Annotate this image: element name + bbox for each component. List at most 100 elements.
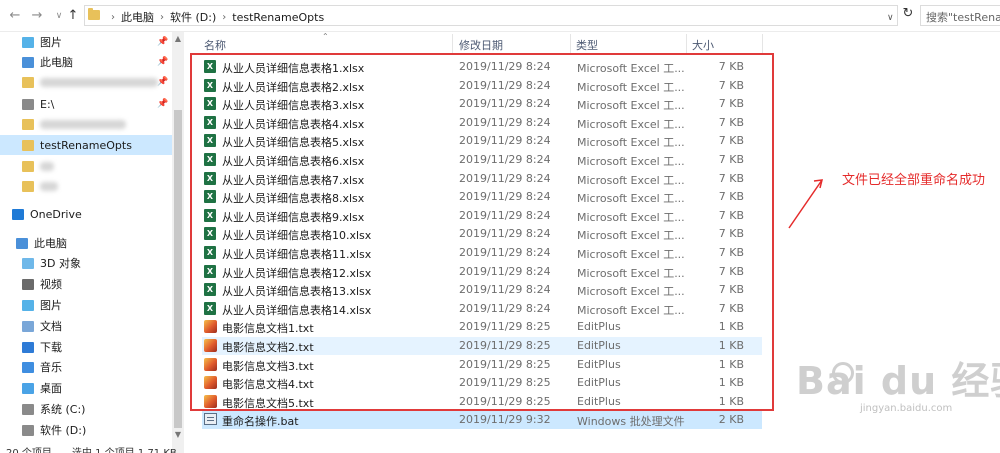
sidebar-item-desktop[interactable]: 桌面 bbox=[22, 378, 172, 398]
sidebar-item-onedrive[interactable]: OneDrive bbox=[12, 204, 172, 224]
file-modified-date: 2019/11/29 8:24 bbox=[459, 190, 551, 204]
file-name: 从业人员详细信息表格14.xlsx bbox=[222, 303, 372, 317]
sidebar-item-drive-e[interactable]: E:\ 📌 bbox=[22, 94, 172, 114]
file-modified-date: 2019/11/29 8:24 bbox=[459, 60, 551, 73]
chevron-down-icon[interactable]: ∨ bbox=[887, 13, 894, 23]
file-type: Microsoft Excel 工... bbox=[577, 155, 685, 168]
file-row[interactable]: 电影信息文档1.txt 2019/11/29 8:25 EditPlus 1 KB bbox=[202, 318, 762, 336]
file-modified-date: 2019/11/29 8:24 bbox=[459, 246, 551, 259]
file-name: 从业人员详细信息表格9.xlsx bbox=[222, 210, 365, 224]
chevron-down-icon[interactable]: ∨ bbox=[52, 8, 66, 24]
sidebar-item-label: 文档 bbox=[40, 320, 62, 333]
file-row[interactable]: X 从业人员详细信息表格6.xlsx 2019/11/29 8:24 Microsof… bbox=[202, 151, 762, 169]
blurred-label bbox=[40, 161, 54, 171]
sidebar-item-this-pc[interactable]: 此电脑 bbox=[16, 233, 172, 253]
scroll-up-icon[interactable]: ▲ bbox=[173, 34, 183, 43]
sidebar-item-blurred[interactable]: 📌 bbox=[22, 72, 172, 92]
file-type: Microsoft Excel 工... bbox=[577, 210, 685, 224]
column-header-date[interactable]: 修改日期 bbox=[459, 37, 503, 53]
sidebar-item-pictures[interactable]: 图片 bbox=[22, 295, 172, 315]
sidebar-item-label: E:\ bbox=[40, 97, 55, 111]
file-row[interactable]: 电影信息文档2.txt 2019/11/29 8:25 EditPlus 1 KB bbox=[202, 337, 762, 355]
sidebar-item-blurred[interactable] bbox=[22, 156, 172, 176]
file-size: 7 KB bbox=[718, 78, 744, 92]
column-divider[interactable] bbox=[452, 34, 453, 54]
file-type: EditPlus bbox=[577, 320, 621, 334]
scrollbar-thumb[interactable] bbox=[174, 110, 182, 428]
arrow-right-icon[interactable]: → bbox=[30, 8, 44, 24]
sidebar-item-label: 图片 bbox=[40, 299, 62, 312]
file-row[interactable]: X 从业人员详细信息表格13.xlsx 2019/11/29 8:24 Microso… bbox=[202, 281, 762, 299]
arrow-up-icon[interactable]: ↑ bbox=[66, 8, 80, 24]
refresh-icon[interactable]: ↻ bbox=[900, 6, 916, 24]
sidebar-item-downloads[interactable]: 下载 bbox=[22, 337, 172, 357]
blurred-label bbox=[40, 181, 58, 191]
chevron-right-icon[interactable]: › bbox=[111, 12, 115, 23]
sidebar-item-music[interactable]: 音乐 bbox=[22, 357, 172, 377]
crumb-current-folder[interactable]: testRenameOpts bbox=[232, 11, 324, 24]
file-row[interactable]: X 从业人员详细信息表格3.xlsx 2019/11/29 8:24 Microsof… bbox=[202, 95, 762, 113]
sidebar-item-documents[interactable]: 文档 bbox=[22, 316, 172, 336]
address-box[interactable]: › 此电脑 › 软件 (D:) › testRenameOpts ∨ bbox=[84, 5, 898, 26]
sidebar-item-drive-d[interactable]: 软件 (D:) bbox=[22, 420, 172, 440]
file-row[interactable]: 电影信息文档4.txt 2019/11/29 8:25 EditPlus 1 KB bbox=[202, 374, 762, 392]
column-divider[interactable] bbox=[686, 34, 687, 54]
sidebar-item-drive-c[interactable]: 系统 (C:) bbox=[22, 399, 172, 419]
file-modified-date: 2019/11/29 9:32 bbox=[459, 413, 551, 427]
sidebar-item-this-pc-quick[interactable]: 此电脑 📌 bbox=[22, 52, 172, 72]
crumb-drive-d[interactable]: 软件 (D:) bbox=[170, 9, 216, 25]
file-modified-date: 2019/11/29 8:24 bbox=[459, 134, 551, 148]
sidebar-item-label: 视频 bbox=[40, 278, 62, 291]
arrow-left-icon[interactable]: ← bbox=[8, 8, 22, 24]
file-size: 7 KB bbox=[718, 246, 744, 259]
sidebar-item-testrenameopts[interactable]: testRenameOpts bbox=[0, 135, 172, 155]
crumb-this-pc[interactable]: 此电脑 bbox=[121, 9, 154, 25]
file-row[interactable]: X 从业人员详细信息表格8.xlsx 2019/11/29 8:24 Microsof… bbox=[202, 188, 762, 206]
file-size: 1 KB bbox=[718, 376, 744, 390]
file-row[interactable]: 重命名操作.bat 2019/11/29 9:32 Windows 批处理文件 2 K… bbox=[202, 411, 762, 430]
sidebar-item-pictures-quick[interactable]: 图片 📌 bbox=[22, 32, 172, 52]
excel-file-icon: X bbox=[204, 78, 216, 92]
file-name: 从业人员详细信息表格10.xlsx bbox=[222, 229, 372, 243]
file-row[interactable]: X 从业人员详细信息表格2.xlsx 2019/11/29 8:24 Microsof… bbox=[202, 77, 762, 95]
file-row[interactable]: X 从业人员详细信息表格10.xlsx 2019/11/29 8:24 Microso… bbox=[202, 225, 762, 243]
sidebar-item-label: 桌面 bbox=[40, 382, 62, 395]
column-header-size[interactable]: 大小 bbox=[692, 37, 714, 53]
column-header-name[interactable]: 名称 bbox=[204, 37, 226, 53]
sidebar-scrollbar[interactable]: ▲ ▼ bbox=[172, 32, 184, 453]
file-row[interactable]: X 从业人员详细信息表格4.xlsx 2019/11/29 8:24 Microsof… bbox=[202, 114, 762, 132]
file-row[interactable]: X 从业人员详细信息表格5.xlsx 2019/11/29 8:24 Microsof… bbox=[202, 132, 762, 150]
file-row[interactable]: X 从业人员详细信息表格14.xlsx 2019/11/29 8:24 Microso… bbox=[202, 300, 762, 318]
sidebar-item-blurred[interactable] bbox=[22, 114, 172, 134]
chevron-right-icon[interactable]: › bbox=[160, 12, 164, 23]
file-row[interactable]: X 从业人员详细信息表格12.xlsx 2019/11/29 8:24 Microso… bbox=[202, 263, 762, 281]
file-row[interactable]: X 从业人员详细信息表格11.xlsx 2019/11/29 8:24 Microso… bbox=[202, 244, 762, 262]
file-size: 1 KB bbox=[718, 320, 744, 334]
sidebar-item-label: OneDrive bbox=[30, 207, 82, 221]
excel-file-icon: X bbox=[204, 227, 216, 241]
scroll-down-icon[interactable]: ▼ bbox=[173, 430, 183, 439]
sidebar-item-label: 3D 对象 bbox=[40, 257, 81, 270]
file-size: 7 KB bbox=[718, 301, 744, 315]
batch-file-icon bbox=[204, 413, 217, 426]
file-row[interactable]: 电影信息文档5.txt 2019/11/29 8:25 EditPlus 1 KB bbox=[202, 393, 762, 411]
file-name: 从业人员详细信息表格2.xlsx bbox=[222, 80, 365, 94]
file-row[interactable]: X 从业人员详细信息表格7.xlsx 2019/11/29 8:24 Microsof… bbox=[202, 170, 762, 188]
file-size: 7 KB bbox=[718, 97, 744, 111]
pictures-icon bbox=[22, 299, 34, 311]
excel-file-icon: X bbox=[204, 301, 216, 315]
file-row[interactable]: X 从业人员详细信息表格9.xlsx 2019/11/29 8:24 Microsof… bbox=[202, 207, 762, 225]
sidebar-item-3d-objects[interactable]: 3D 对象 bbox=[22, 253, 172, 273]
excel-file-icon: X bbox=[204, 60, 216, 73]
search-input[interactable]: 搜索"testRename bbox=[920, 5, 1000, 26]
sidebar-item-blurred[interactable] bbox=[22, 176, 172, 196]
file-row[interactable]: X 从业人员详细信息表格1.xlsx 2019/11/29 8:24 Microsof… bbox=[202, 58, 762, 76]
file-type: Microsoft Excel 工... bbox=[577, 62, 685, 75]
column-divider[interactable] bbox=[570, 34, 571, 54]
sidebar-item-videos[interactable]: 视频 bbox=[22, 274, 172, 294]
chevron-right-icon[interactable]: › bbox=[222, 12, 226, 23]
column-header-type[interactable]: 类型 bbox=[576, 37, 598, 53]
file-row[interactable]: 电影信息文档3.txt 2019/11/29 8:25 EditPlus 1 KB bbox=[202, 356, 762, 374]
column-divider[interactable] bbox=[762, 34, 763, 54]
blurred-label bbox=[40, 77, 158, 87]
